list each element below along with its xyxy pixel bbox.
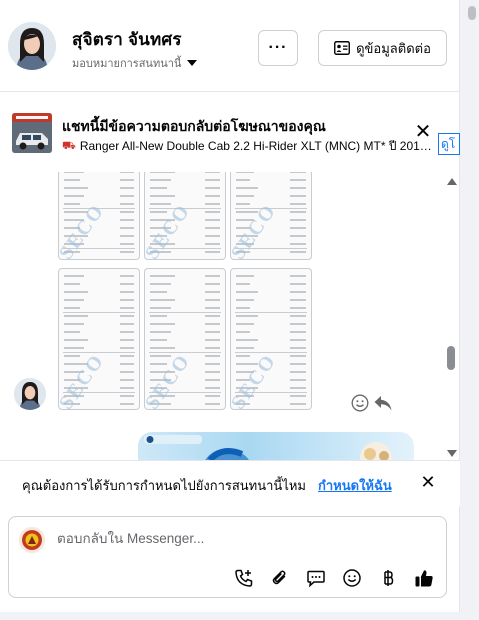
receipt-image[interactable]: SECO	[144, 268, 226, 410]
assign-label: มอบหมายการสนทนานี้	[72, 58, 182, 70]
scroll-up-icon[interactable]	[447, 178, 457, 185]
more-icon: ···	[268, 39, 288, 56]
view-ad-button[interactable]: ดูโ	[438, 133, 460, 155]
receipt-image[interactable]: SECO	[230, 172, 312, 260]
view-contact-label: ดูข้อมูลติดต่อ	[356, 40, 431, 56]
receipt-image[interactable]: SECO	[144, 172, 226, 260]
truck-icon: ⛟	[62, 139, 76, 152]
sender-avatar[interactable]	[14, 378, 46, 410]
page-avatar	[19, 527, 45, 553]
assign-dropdown[interactable]: มอบหมายการสนทนานี้	[72, 54, 198, 72]
scroll-down-icon[interactable]	[447, 450, 457, 457]
conversation-panel: สุจิตรา จันทศร มอบหมายการสนทนานี้ ··· ดู…	[0, 0, 460, 612]
reply-icon[interactable]	[373, 394, 393, 412]
chat-bubble-icon[interactable]	[305, 567, 327, 589]
attach-icon[interactable]	[269, 567, 291, 589]
chevron-down-icon	[187, 60, 198, 66]
ad-subtitle-text: Ranger All-New Double Cab 2.2 Hi-Rider X…	[79, 139, 432, 153]
contact-avatar[interactable]	[8, 22, 56, 70]
receipt-image[interactable]: SECO	[58, 172, 140, 260]
assign-notice: คุณต้องการได้รับการกำหนดไปยังการสนทนานี้…	[0, 460, 460, 506]
call-add-icon[interactable]	[233, 567, 255, 589]
reply-input[interactable]	[57, 531, 427, 546]
ad-banner-title: แชทนี้มีข้อความตอบกลับต่อโฆษณาของคุณ	[62, 118, 326, 134]
contact-card-icon	[334, 41, 351, 55]
message-composer	[8, 516, 447, 598]
more-options-button[interactable]: ···	[258, 30, 298, 66]
ad-reply-banner: แชทนี้มีข้อความตอบกลับต่อโฆษณาของคุณ ⛟ R…	[0, 104, 460, 164]
emoji-icon[interactable]	[341, 567, 363, 589]
view-contact-button[interactable]: ดูข้อมูลติดต่อ	[318, 30, 447, 66]
close-icon[interactable]: ✕	[412, 120, 434, 143]
assign-to-me-link[interactable]: กำหนดให้ฉัน	[318, 475, 392, 496]
like-icon[interactable]	[413, 567, 435, 589]
conversation-header: สุจิตรา จันทศร มอบหมายการสนทนานี้ ··· ดู…	[0, 0, 460, 92]
receipt-image[interactable]: SECO	[230, 268, 312, 410]
close-icon[interactable]: ✕	[418, 472, 438, 492]
chat-scroll-thumb[interactable]	[447, 346, 455, 370]
smiley-icon[interactable]	[351, 394, 369, 412]
ad-banner-subtitle[interactable]: ⛟ Ranger All-New Double Cab 2.2 Hi-Rider…	[62, 137, 437, 156]
message-thread[interactable]: SECO SECO SECO SECO SECO SECO	[0, 172, 460, 460]
receipt-image[interactable]: SECO	[58, 268, 140, 410]
contact-name[interactable]: สุจิตรา จันทศร	[72, 26, 182, 53]
page-scrollbar[interactable]	[466, 0, 479, 620]
page-scroll-thumb[interactable]	[468, 6, 476, 20]
chat-scrollbar[interactable]	[444, 172, 458, 460]
baht-icon[interactable]	[377, 567, 399, 589]
ad-thumbnail[interactable]	[12, 113, 52, 153]
assign-notice-text: คุณต้องการได้รับการกำหนดไปยังการสนทนานี้…	[22, 478, 306, 493]
